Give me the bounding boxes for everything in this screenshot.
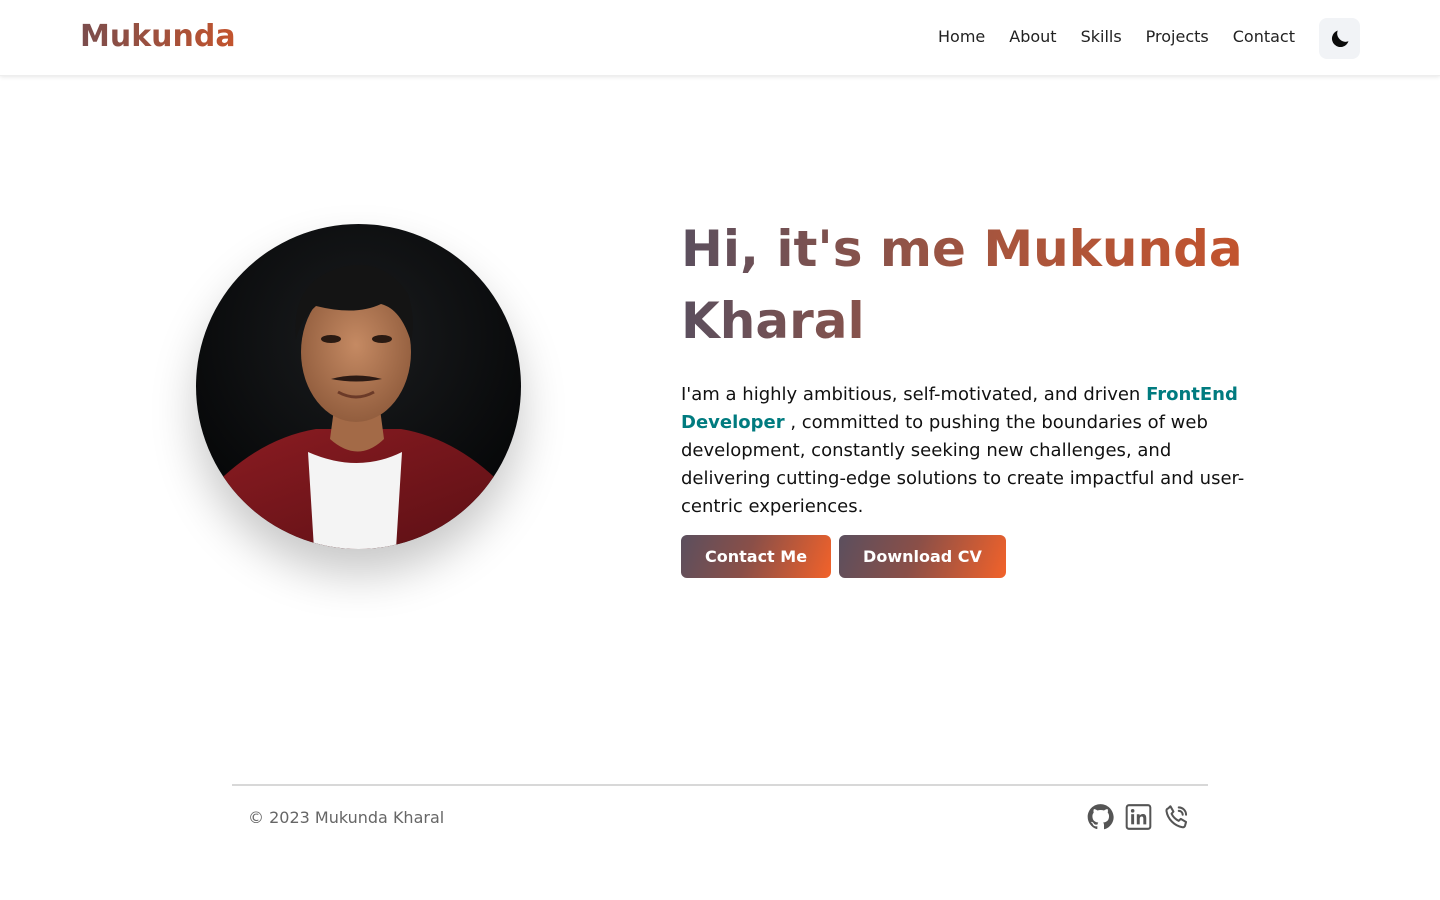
- linkedin-icon: [1125, 804, 1152, 830]
- hero-section: Hi, it's me Mukunda Kharal I'am a highly…: [681, 213, 1261, 578]
- moon-icon: [1331, 30, 1348, 47]
- footer-divider: [232, 784, 1208, 786]
- contact-me-button[interactable]: Contact Me: [681, 535, 832, 578]
- site-logo[interactable]: Mukunda: [80, 17, 236, 57]
- profile-photo: [196, 224, 521, 549]
- hero-heading: Hi, it's me Mukunda Kharal: [681, 213, 1261, 357]
- nav-link-about[interactable]: About: [1009, 26, 1056, 48]
- navbar: Mukunda Home About Skills Projects Conta…: [0, 0, 1440, 76]
- nav-link-projects[interactable]: Projects: [1146, 26, 1209, 48]
- social-links: [1087, 803, 1190, 831]
- github-link[interactable]: [1087, 803, 1114, 831]
- hero-buttons: Contact Me Download CV: [681, 535, 1261, 578]
- bio-text-start: I'am a highly ambitious, self-motivated,…: [681, 384, 1147, 405]
- nav-link-home[interactable]: Home: [938, 26, 985, 48]
- linkedin-link[interactable]: [1125, 803, 1152, 831]
- theme-toggle-button[interactable]: [1319, 18, 1360, 59]
- copyright-text: © 2023 Mukunda Kharal: [248, 808, 445, 827]
- phone-link[interactable]: [1163, 803, 1190, 831]
- github-icon: [1087, 804, 1114, 830]
- hero-bio: I'am a highly ambitious, self-motivated,…: [681, 381, 1251, 521]
- download-cv-button[interactable]: Download CV: [839, 535, 1006, 578]
- phone-icon: [1165, 805, 1188, 829]
- nav-links: Home About Skills Projects Contact: [938, 26, 1295, 48]
- nav-link-skills[interactable]: Skills: [1081, 26, 1122, 48]
- nav-link-contact[interactable]: Contact: [1233, 26, 1295, 48]
